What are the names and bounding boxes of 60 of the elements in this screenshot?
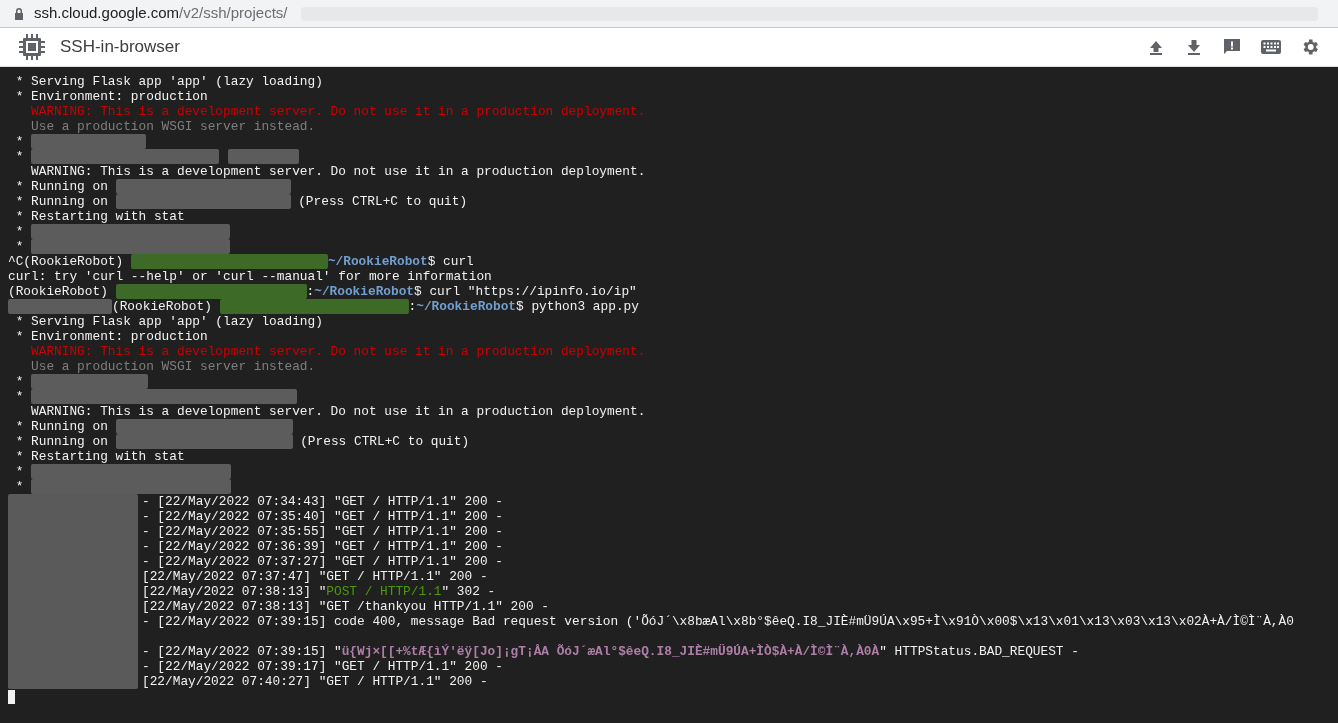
terminal-text: $ curl "https://ipinfo.io/ip" [414,284,637,299]
terminal-text: ~/RookieRobot [416,299,517,314]
terminal-text: - [22/May/2022 07:39:17] "GET / HTTP/1.1" 200 - [142,659,503,674]
terminal-text: POST / HTTP/1.1 [326,584,442,599]
terminal-text: [22/May/2022 07:38:13] "GET /thankyou HTTP/1.1" 200 - [142,599,549,614]
terminal-text: - [22/May/2022 07:39:15] code 400, message Bad request version ('ÕóJ´\x8bæAl\x8b°$êeQ.I8_JIÈ#mÜ9ÚA\x95+Ì\x91Ò\x00$\x13\x01\x13\x03\x13\x02À+À/Ì©Ì¨À,À0 [142,614,1294,629]
terminal-text: * Restarting with stat [14,209,185,224]
terminal-text: : [306,284,315,299]
terminal-text: WARNING: This is a development server. Do not use it in a production deployment. [30,344,646,359]
terminal-text: curl: try 'curl --help' or 'curl --manual' for more information [8,269,492,284]
terminal-text: * Serving Flask app 'app' (lazy loading) [14,314,323,329]
chip-icon [18,33,46,61]
terminal-text: * Running on [14,419,109,434]
terminal-text: * Restarting with stat [14,449,185,464]
terminal-text: * [14,374,25,389]
terminal-text: - [22/May/2022 07:39:15] " [142,644,342,659]
terminal-text: Use a production WSGI server instead. [30,119,316,134]
terminal-text: (Press CTRL+C to quit) [299,434,470,449]
app-title: SSH-in-browser [60,36,180,59]
terminal-text: - [22/May/2022 07:36:39] "GET / HTTP/1.1" 200 - [142,539,503,554]
terminal-text: WARNING: This is a development server. Do not use it in a production deployment. [30,404,646,419]
terminal-text: * [14,479,25,494]
terminal-text: Use a production WSGI server instead. [30,359,316,374]
terminal-text: ~/RookieRobot [314,284,415,299]
terminal-text: * Environment: production [14,89,208,104]
terminal-text: : [408,299,417,314]
terminal-text: (RookieRobot) [112,299,213,314]
terminal-text: WARNING: This is a development server. Do not use it in a production deployment. [30,164,646,179]
terminal-text: [22/May/2022 07:40:27] "GET / HTTP/1.1" 200 - [142,674,488,689]
terminal-text: * [14,239,25,254]
terminal-text: - [22/May/2022 07:35:40] "GET / HTTP/1.1" 200 - [142,509,503,524]
terminal-text: ^C(RookieRobot) [8,254,125,269]
terminal-text: " HTTPStatus.BAD_REQUEST - [879,644,1079,659]
terminal-text: ~/RookieRobot [327,254,428,269]
terminal-text: [22/May/2022 07:37:47] "GET / HTTP/1.1" 200 - [142,569,488,584]
terminal-text: - [22/May/2022 07:34:43] "GET / HTTP/1.1" 200 - [142,494,503,509]
terminal-text: $ python3 app.py [516,299,639,314]
terminal-text: ü{Wj×[[+%tÆ{ìÝ'ëÿ[Jo]¡gT¡ÅA ÕóJ´æAl°$êeQ.I8_JIÈ#mÜ9ÚA+ÌÒ$À+À/Ì©Ì¨À,À0À [341,644,880,659]
terminal-text: - [22/May/2022 07:35:55] "GET / HTTP/1.1" 200 - [142,524,503,539]
terminal-text: [22/May/2022 07:38:13] " [142,584,327,599]
terminal-text: * Environment: production [14,329,208,344]
terminal-text: (Press CTRL+C to quit) [297,194,468,209]
terminal-text: " 302 - [441,584,496,599]
terminal-text: * Running on [14,194,109,209]
terminal-text: * [14,389,25,404]
terminal-text: * Serving Flask app 'app' (lazy loading) [14,74,323,89]
lock-icon [14,7,24,20]
terminal-text: - [22/May/2022 07:37:27] "GET / HTTP/1.1" 200 - [142,554,503,569]
terminal-text: * [14,134,25,149]
terminal-text: WARNING: This is a development server. Do not use it in a production deployment. [30,104,646,119]
terminal-text: * [14,149,25,164]
terminal-text: * [14,224,25,239]
keyboard-icon[interactable] [1260,37,1282,57]
terminal-text: * Running on [14,179,109,194]
terminal-text: * [14,464,25,479]
terminal-text: $ curl [427,254,474,269]
terminal-text: * Running on [14,434,109,449]
feedback-icon[interactable] [1222,37,1242,57]
terminal-text: (RookieRobot) [8,284,109,299]
redacted-text [228,149,300,164]
